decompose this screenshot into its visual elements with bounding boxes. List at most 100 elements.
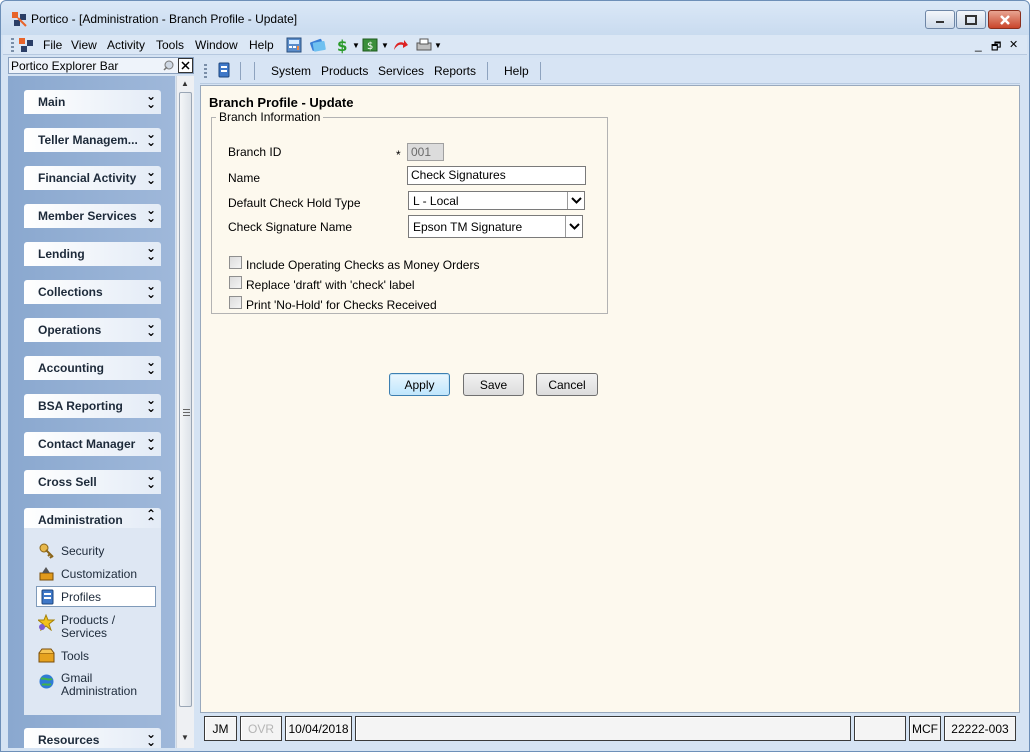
explorer-close-button[interactable] bbox=[178, 58, 193, 73]
svg-text:$: $ bbox=[367, 41, 373, 52]
toolbar-grip[interactable] bbox=[204, 64, 207, 78]
status-mcf: MCF bbox=[909, 716, 941, 741]
administration-items: Security Customization Profiles Products… bbox=[24, 528, 161, 715]
selected-value: Epson TM Signature bbox=[413, 220, 523, 234]
scroll-down-icon[interactable]: ▼ bbox=[181, 733, 189, 742]
mdi-close-button[interactable]: ✕ bbox=[1009, 38, 1018, 51]
toolbar-reports[interactable]: Reports bbox=[434, 64, 476, 78]
explorer-panel: Main ⌄ ⌄ Teller Managem... ⌄ ⌄ Financial Act… bbox=[8, 76, 175, 748]
toolbar-system[interactable]: System bbox=[271, 64, 311, 78]
nav-section-resources[interactable]: Resources ⌄ ⌄ bbox=[24, 728, 161, 748]
chevron-down-icon: ⌄ ⌄ bbox=[146, 393, 157, 415]
nav-section-financial-activity[interactable]: Financial Activity ⌄ ⌄ bbox=[24, 166, 161, 190]
mdi-minimize-button[interactable]: _ bbox=[975, 38, 982, 52]
redo-arrow-icon[interactable] bbox=[391, 36, 409, 54]
check-signature-name-label: Check Signature Name bbox=[228, 220, 353, 234]
chevron-down-icon: ⌄ ⌄ bbox=[146, 279, 157, 301]
menu-window[interactable]: Window bbox=[195, 38, 238, 52]
chevron-down-icon: ⌄ ⌄ bbox=[146, 355, 157, 377]
chevron-down-icon: ⌄ ⌄ bbox=[146, 727, 157, 748]
print-no-hold-checkbox[interactable] bbox=[229, 296, 242, 309]
nav-section-label: Accounting bbox=[38, 361, 104, 375]
nav-section-label: Member Services bbox=[38, 209, 137, 223]
minimize-button[interactable] bbox=[925, 10, 955, 29]
scroll-thumb[interactable] bbox=[179, 92, 192, 707]
chevron-down-icon[interactable] bbox=[565, 216, 582, 237]
cancel-button[interactable]: Cancel bbox=[536, 373, 598, 396]
nav-section-member-services[interactable]: Member Services ⌄ ⌄ bbox=[24, 204, 161, 228]
chevron-down-icon[interactable]: ▼ bbox=[352, 41, 360, 50]
tools-icon bbox=[38, 648, 55, 663]
nav-section-contact-manager[interactable]: Contact Manager ⌄ ⌄ bbox=[24, 432, 161, 456]
cards-icon[interactable] bbox=[309, 36, 327, 54]
menu-file[interactable]: File bbox=[43, 38, 62, 52]
menu-activity[interactable]: Activity bbox=[107, 38, 145, 52]
nav-section-label: Contact Manager bbox=[38, 437, 136, 451]
profile-book-icon[interactable] bbox=[215, 61, 233, 79]
nav-section-main[interactable]: Main ⌄ ⌄ bbox=[24, 90, 161, 114]
admin-item-customization[interactable]: Customization bbox=[24, 565, 161, 583]
chevron-down-icon[interactable]: ▼ bbox=[434, 41, 442, 50]
toolbar-products[interactable]: Products bbox=[321, 64, 368, 78]
calculator-icon[interactable] bbox=[285, 36, 303, 54]
admin-item-profiles[interactable]: Profiles bbox=[36, 586, 156, 607]
check-signature-name-select[interactable]: Epson TM Signature bbox=[408, 215, 583, 238]
toolbar-help[interactable]: Help bbox=[504, 64, 529, 78]
security-icon bbox=[39, 543, 54, 559]
module-toolbar: System Products Services Reports Help bbox=[200, 58, 1020, 84]
cash-drawer-icon[interactable]: $ bbox=[361, 36, 379, 54]
admin-item-security[interactable]: Security bbox=[24, 542, 161, 560]
chevron-down-icon[interactable]: ▼ bbox=[381, 41, 389, 50]
chevron-down-icon[interactable] bbox=[567, 192, 584, 209]
nav-section-bsa-reporting[interactable]: BSA Reporting ⌄ ⌄ bbox=[24, 394, 161, 418]
explorer-bar-header: Portico Explorer Bar bbox=[8, 57, 194, 74]
chevron-down-icon: ⌄ ⌄ bbox=[146, 317, 157, 339]
mdi-restore-button[interactable]: 🗗 bbox=[991, 38, 1001, 57]
branch-id-field: 001 bbox=[407, 143, 444, 161]
admin-item-tools[interactable]: Tools bbox=[24, 647, 161, 665]
admin-item-label: Customization bbox=[61, 567, 138, 581]
dollar-icon[interactable]: $ bbox=[333, 36, 351, 54]
menu-view[interactable]: View bbox=[71, 38, 97, 52]
chevron-down-icon: ⌄ ⌄ bbox=[146, 431, 157, 453]
nav-section-teller-management[interactable]: Teller Managem... ⌄ ⌄ bbox=[24, 128, 161, 152]
portico-menu-icon[interactable] bbox=[17, 36, 35, 54]
printer-icon[interactable] bbox=[415, 36, 433, 54]
products-services-icon bbox=[38, 614, 55, 631]
replace-draft-checkbox[interactable] bbox=[229, 276, 242, 289]
admin-item-label: Gmail Administration bbox=[61, 671, 138, 698]
toolbar-services[interactable]: Services bbox=[378, 64, 424, 78]
title-bar: Portico - [Administration - Branch Profi… bbox=[1, 1, 1029, 35]
menu-tools[interactable]: Tools bbox=[156, 38, 184, 52]
status-ovr: OVR bbox=[240, 716, 282, 741]
maximize-icon bbox=[965, 14, 977, 25]
default-check-hold-type-select[interactable]: L - Local bbox=[408, 191, 585, 210]
toolbar-separator bbox=[487, 62, 488, 80]
name-label: Name bbox=[228, 171, 261, 185]
nav-section-label: Cross Sell bbox=[38, 475, 97, 489]
admin-item-products-services[interactable]: Products / Services bbox=[24, 612, 161, 642]
save-button[interactable]: Save bbox=[463, 373, 524, 396]
nav-section-operations[interactable]: Operations ⌄ ⌄ bbox=[24, 318, 161, 342]
minimize-icon bbox=[936, 20, 944, 23]
toolbar-separator bbox=[254, 62, 255, 80]
name-field[interactable]: Check Signatures bbox=[407, 166, 586, 185]
nav-section-lending[interactable]: Lending ⌄ ⌄ bbox=[24, 242, 161, 266]
menu-help[interactable]: Help bbox=[249, 38, 274, 52]
maximize-button[interactable] bbox=[956, 10, 986, 29]
close-window-button[interactable] bbox=[988, 10, 1021, 29]
include-operating-checks-checkbox[interactable] bbox=[229, 256, 242, 269]
explorer-scrollbar[interactable]: ▲ ▼ bbox=[176, 76, 194, 748]
nav-section-cross-sell[interactable]: Cross Sell ⌄ ⌄ bbox=[24, 470, 161, 494]
scroll-up-icon[interactable]: ▲ bbox=[181, 79, 189, 88]
pin-icon[interactable] bbox=[162, 59, 176, 72]
branch-id-label: Branch ID bbox=[228, 145, 282, 159]
group-title: Branch Information bbox=[219, 110, 321, 124]
admin-item-gmail-administration[interactable]: Gmail Administration bbox=[24, 670, 161, 700]
include-operating-checks-label: Include Operating Checks as Money Orders bbox=[246, 258, 480, 272]
apply-button[interactable]: Apply bbox=[389, 373, 450, 396]
nav-section-accounting[interactable]: Accounting ⌄ ⌄ bbox=[24, 356, 161, 380]
nav-section-collections[interactable]: Collections ⌄ ⌄ bbox=[24, 280, 161, 304]
chevron-down-icon: ⌄ ⌄ bbox=[146, 203, 157, 225]
toolbar-grip[interactable] bbox=[11, 38, 14, 52]
